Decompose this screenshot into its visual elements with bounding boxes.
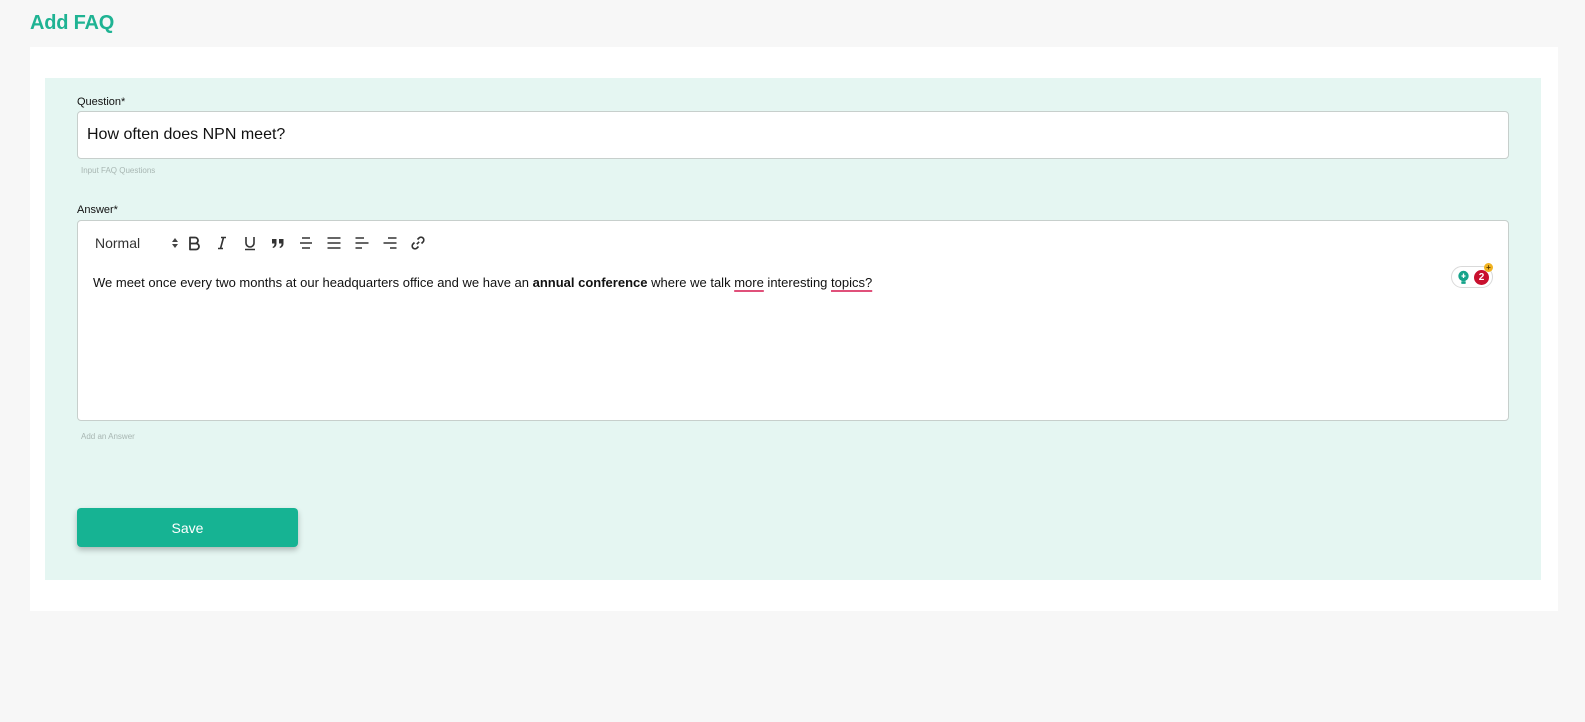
grammarly-alert-count: 2 [1474,270,1489,285]
answer-bold-text: annual conference [532,275,648,290]
link-icon [411,236,425,250]
form-card: Question* Input FAQ Questions Answer* No… [30,47,1558,611]
answer-text[interactable]: We meet once every two months at our hea… [93,275,872,290]
align-right-button[interactable] [376,231,404,255]
editor-toolbar: Normal [88,231,432,255]
format-select-value: Normal [95,235,141,251]
question-input[interactable] [77,111,1509,159]
lightbulb-icon [1458,270,1469,284]
align-justify-icon [327,237,341,249]
italic-icon [218,236,226,250]
strikethrough-icon [300,237,312,249]
format-select[interactable]: Normal [88,231,180,255]
strikethrough-button[interactable] [292,231,320,255]
answer-hint: Add an Answer [81,432,135,441]
bold-button[interactable] [180,231,208,255]
premium-plus-icon: + [1484,263,1493,272]
question-label: Question* [77,96,126,108]
save-button[interactable]: Save [77,508,298,547]
spelling-flag-word[interactable]: topics? [831,275,872,290]
form-panel: Question* Input FAQ Questions Answer* No… [45,78,1541,580]
align-right-icon [383,237,397,249]
blockquote-button[interactable] [264,231,292,255]
align-left-icon [355,237,369,249]
answer-label: Answer* [77,204,118,216]
underline-button[interactable] [236,231,264,255]
blockquote-icon [272,239,284,248]
underline-icon [245,237,255,251]
answer-text-part: where we talk [647,275,735,290]
link-button[interactable] [404,231,432,255]
answer-text-part: We meet once every two months at our hea… [93,275,533,290]
question-hint: Input FAQ Questions [81,166,156,175]
page-title: Add FAQ [30,12,115,34]
grammarly-widget[interactable]: 2 + [1451,263,1493,288]
answer-editor[interactable]: Normal We meet once every two months at … [77,220,1509,421]
select-arrows-icon [172,238,178,248]
bold-icon [189,236,200,251]
spelling-flag-word[interactable]: more [734,275,764,290]
answer-text-part: interesting [763,275,832,290]
italic-button[interactable] [208,231,236,255]
align-left-button[interactable] [348,231,376,255]
align-justify-button[interactable] [320,231,348,255]
